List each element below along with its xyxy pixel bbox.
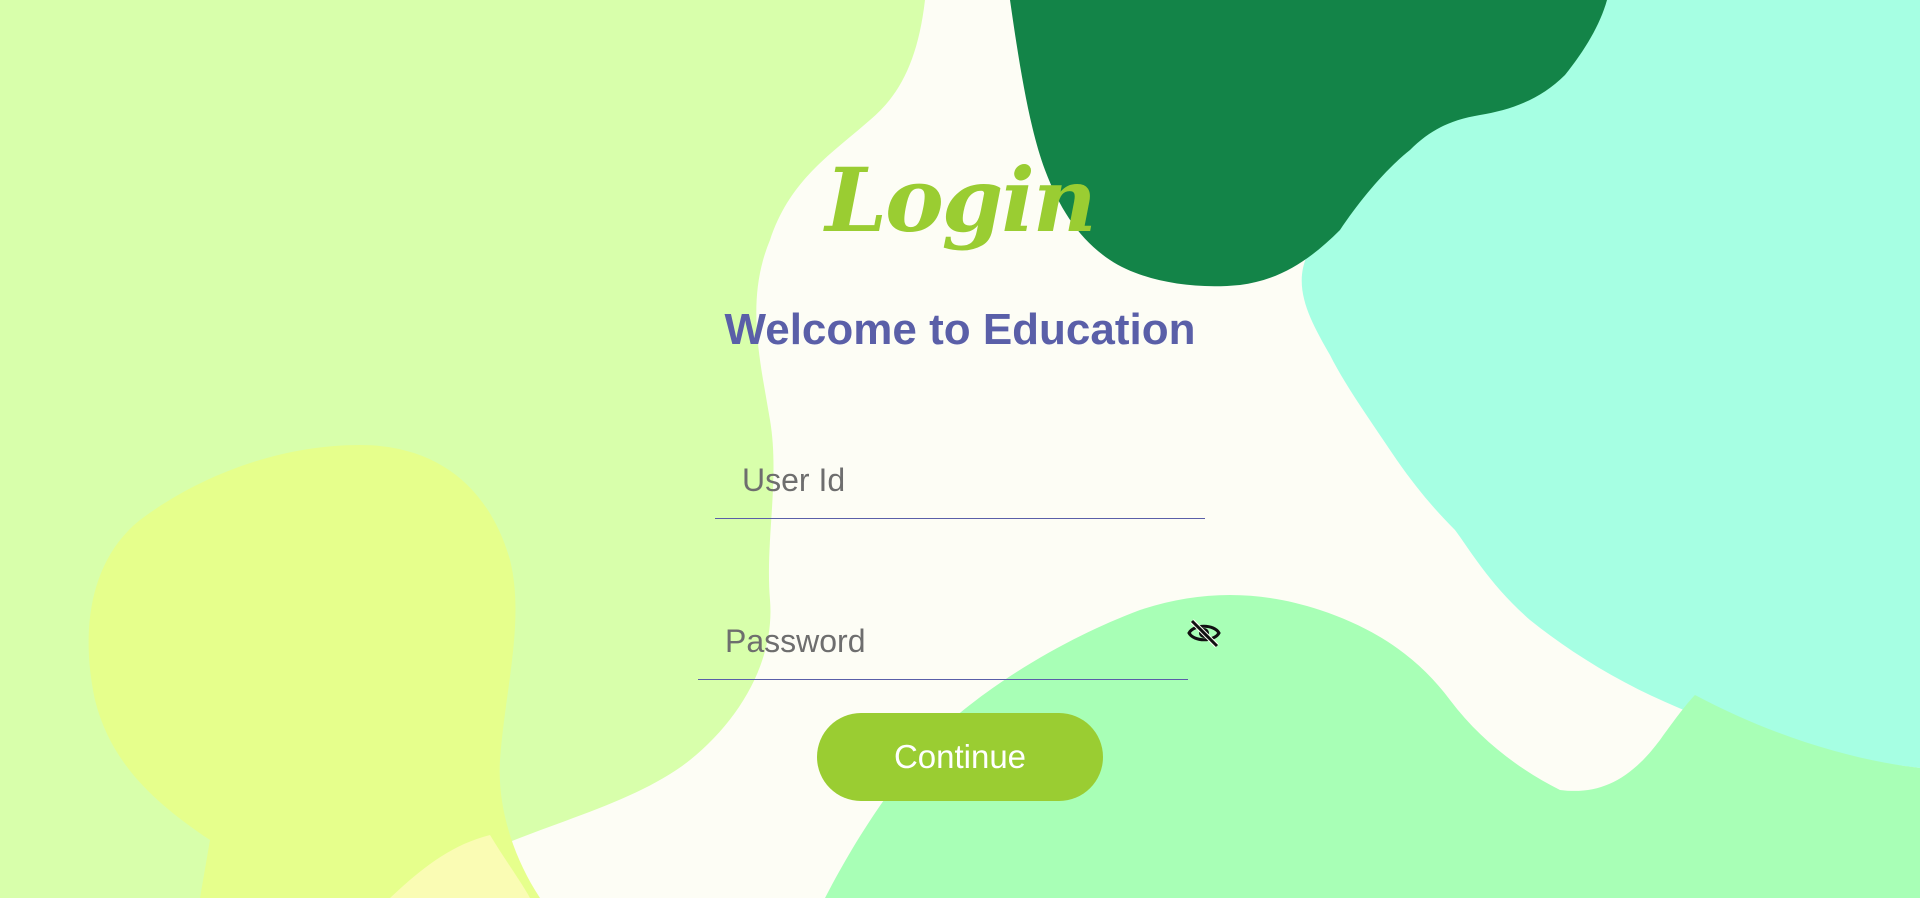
- login-page: Login Welcome to Education Continue: [0, 0, 1920, 898]
- continue-button[interactable]: Continue: [817, 713, 1103, 801]
- user-id-field-container: [715, 442, 1205, 519]
- user-id-input[interactable]: [715, 442, 1205, 518]
- welcome-heading: Welcome to Education: [724, 305, 1196, 354]
- password-input[interactable]: [698, 603, 1188, 679]
- password-field-container: [698, 603, 1188, 680]
- page-title: Login: [825, 148, 1097, 252]
- eye-slash-icon[interactable]: [1186, 618, 1222, 648]
